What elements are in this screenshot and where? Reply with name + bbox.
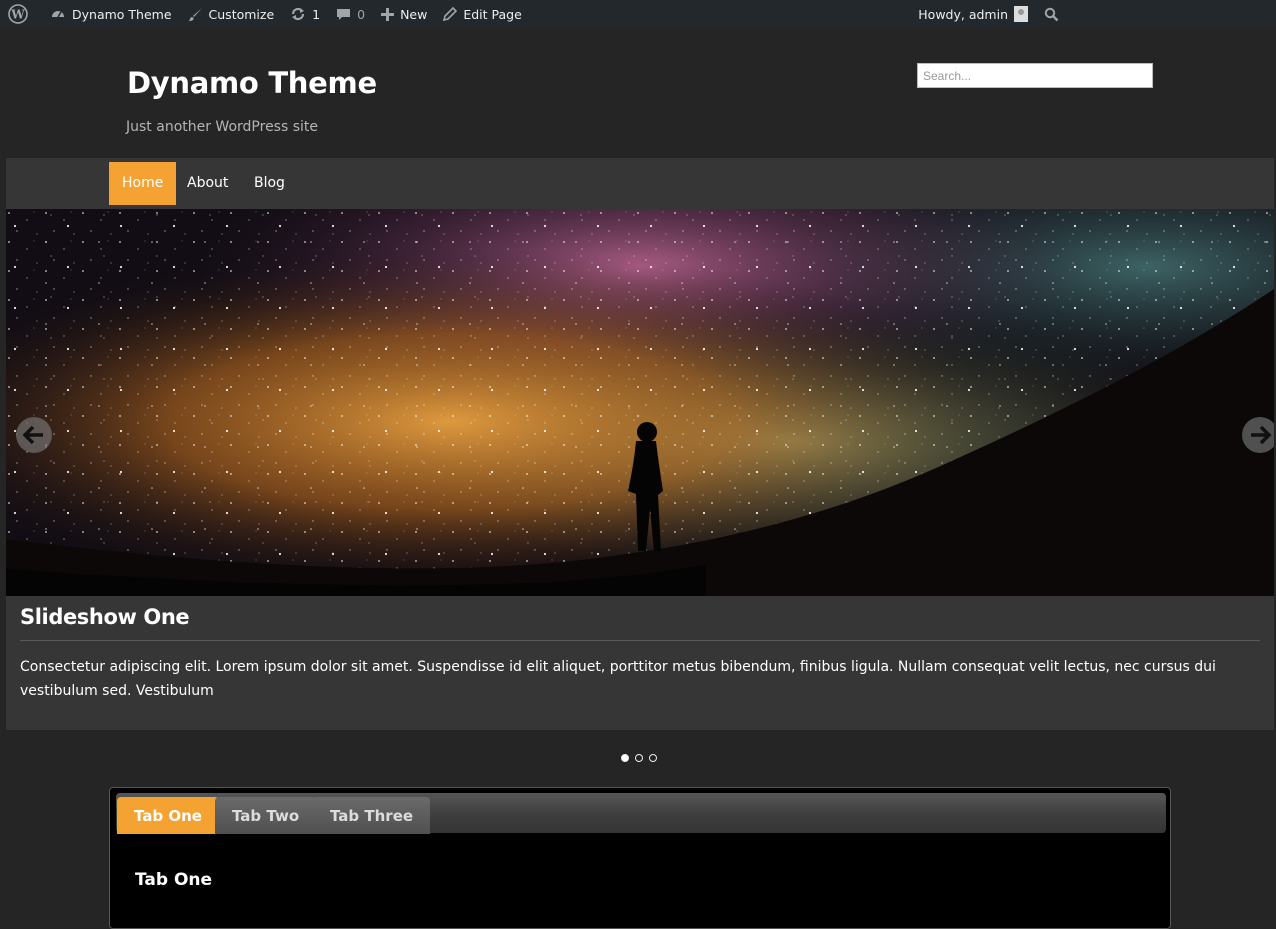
updates-icon (292, 7, 305, 21)
tab-two[interactable]: Tab Two (215, 797, 317, 834)
slideshow (6, 209, 1274, 596)
nav-item-blog[interactable]: Blog (241, 162, 298, 205)
comments-count: 0 (357, 6, 366, 22)
svg-text:W: W (10, 8, 25, 22)
next-slide-button[interactable] (1242, 417, 1274, 453)
slide-caption-title: Slideshow One (20, 605, 190, 629)
plus-icon (381, 7, 395, 21)
nav-item-home[interactable]: Home (109, 162, 177, 205)
avatar (1014, 6, 1028, 22)
new-label: New (400, 6, 428, 22)
site-name-label: Dynamo Theme (72, 6, 172, 22)
pencil-icon (443, 7, 458, 21)
comment-icon (337, 8, 351, 20)
my-account-menu[interactable]: Howdy, admin (910, 0, 1036, 28)
admin-bar: W Dynamo Theme Customize 1 0 New Edit Pa… (0, 0, 1276, 28)
new-content-button[interactable]: New (373, 0, 435, 28)
slide-caption: Slideshow One Consectetur adipiscing eli… (6, 596, 1274, 730)
howdy-label: Howdy, admin (918, 6, 1008, 22)
updates-button[interactable]: 1 (282, 0, 328, 28)
nav-item-about[interactable]: About (174, 162, 241, 205)
arrow-left-icon (22, 425, 43, 445)
updates-count: 1 (312, 6, 321, 22)
tab-strip: Tab One Tab Two Tab Three (116, 793, 1166, 834)
site-name-menu[interactable]: Dynamo Theme (42, 0, 180, 28)
main-navigation: Home About Blog (6, 158, 1274, 209)
slide-caption-text: Consectetur adipiscing elit. Lorem ipsum… (20, 659, 1216, 699)
customize-label: Customize (208, 6, 275, 22)
search-input[interactable] (917, 63, 1153, 88)
tab-panel-title: Tab One (135, 870, 213, 890)
edit-page-button[interactable]: Edit Page (435, 0, 529, 28)
wordpress-logo-button[interactable]: W (0, 0, 42, 28)
edit-page-label: Edit Page (463, 6, 522, 22)
slide-dot-3[interactable] (649, 754, 657, 762)
slide-dot-2[interactable] (635, 754, 643, 762)
site-tagline: Just another WordPress site (126, 119, 319, 135)
previous-slide-button[interactable] (16, 417, 52, 453)
customize-button[interactable]: Customize (180, 0, 283, 28)
tabs-widget: Tab One Tab Two Tab Three Tab One (109, 787, 1171, 929)
slide-dot-1[interactable] (621, 754, 629, 762)
slide-image (6, 209, 1274, 596)
site-title[interactable]: Dynamo Theme (127, 66, 377, 100)
arrow-right-icon (1251, 425, 1272, 445)
tab-three[interactable]: Tab Three (313, 797, 431, 834)
slide-pagination (621, 754, 657, 762)
caption-divider (20, 640, 1260, 641)
dashboard-icon (52, 11, 64, 18)
tab-one[interactable]: Tab One (117, 797, 219, 834)
comments-button[interactable]: 0 (328, 0, 373, 28)
admin-search-button[interactable] (1036, 0, 1073, 28)
search-icon (1044, 7, 1059, 21)
wordpress-icon: W (8, 4, 28, 24)
brush-icon (188, 7, 202, 21)
